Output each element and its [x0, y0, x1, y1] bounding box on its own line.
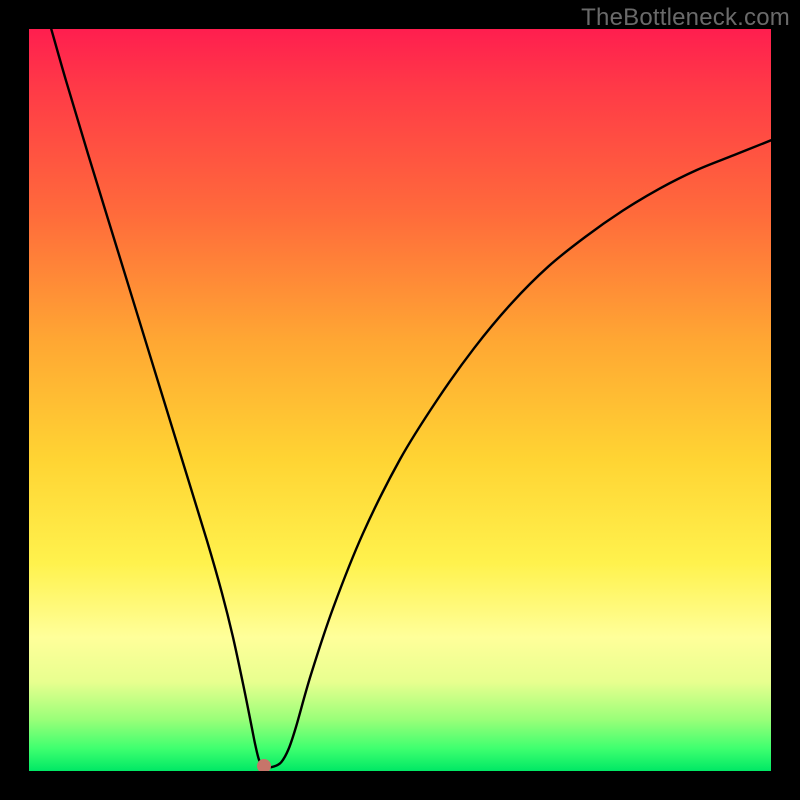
- chart-frame: TheBottleneck.com: [0, 0, 800, 800]
- bottleneck-curve: [51, 29, 771, 767]
- plot-area: [29, 29, 771, 771]
- minimum-marker-dot: [257, 759, 271, 771]
- curve-svg: [29, 29, 771, 771]
- watermark-text: TheBottleneck.com: [581, 4, 790, 32]
